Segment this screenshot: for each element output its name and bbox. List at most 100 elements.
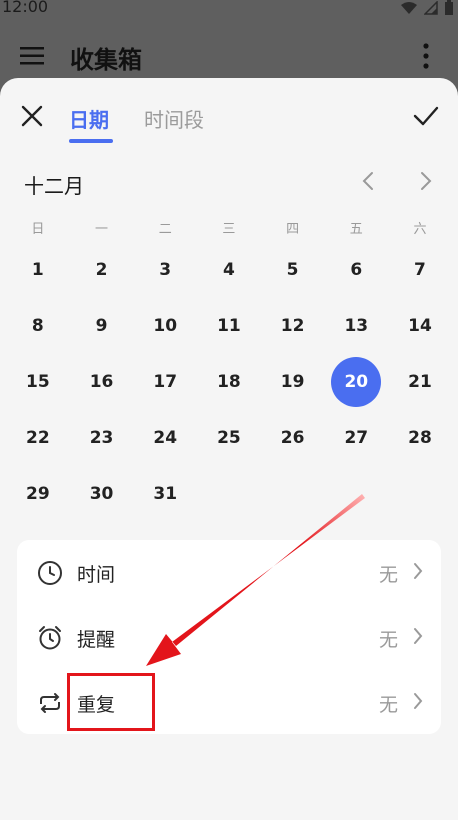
calendar-day[interactable]: 22 (6, 410, 70, 466)
calendar-day[interactable]: 14 (388, 298, 452, 354)
day-number: 19 (280, 372, 305, 392)
calendar-day[interactable]: 21 (388, 354, 452, 410)
option-label: 提醒 (77, 629, 116, 651)
calendar-day[interactable]: 2 (70, 242, 134, 298)
confirm-check-icon[interactable] (412, 104, 440, 128)
day-number: 6 (350, 260, 363, 280)
option-time[interactable]: 时间 无 (17, 540, 441, 604)
calendar-day[interactable]: 11 (197, 298, 261, 354)
calendar-day[interactable]: 16 (70, 354, 134, 410)
close-icon[interactable] (20, 104, 44, 128)
chevron-right-icon (414, 563, 423, 579)
tab-time-period[interactable]: 时间段 (144, 104, 204, 133)
day-number: 26 (280, 428, 305, 448)
day-number: 16 (89, 372, 114, 392)
calendar-day[interactable]: 18 (197, 354, 261, 410)
month-label: 十二月 (24, 174, 84, 198)
weekday-label: 二 (158, 222, 172, 237)
weekday-label: 六 (413, 222, 427, 237)
weekday-label: 四 (286, 222, 300, 237)
calendar-day[interactable]: 4 (197, 242, 261, 298)
calendar-day[interactable]: 31 (133, 466, 197, 522)
day-number: 21 (408, 372, 432, 392)
calendar-day[interactable]: 8 (6, 298, 70, 354)
menu-icon[interactable] (20, 46, 44, 66)
day-number: 22 (26, 428, 50, 448)
day-number: 17 (153, 372, 178, 392)
day-number: 9 (95, 316, 108, 336)
app-title: 收集箱 (70, 46, 142, 74)
day-number: 30 (89, 484, 114, 504)
calendar-day[interactable]: 1 (6, 242, 70, 298)
day-number: 14 (408, 316, 432, 336)
calendar-day[interactable]: 30 (70, 466, 134, 522)
chevron-right-icon (414, 628, 423, 644)
day-number: 18 (217, 372, 241, 392)
weekday-label: 五 (349, 222, 363, 237)
chevron-left-icon[interactable] (360, 170, 376, 192)
calendar-day[interactable]: 6 (324, 242, 388, 298)
calendar-day[interactable]: 10 (133, 298, 197, 354)
day-number: 23 (89, 428, 114, 448)
calendar-day[interactable]: 29 (6, 466, 70, 522)
calendar-day[interactable]: 24 (133, 410, 197, 466)
day-number: 2 (95, 260, 108, 280)
option-value: 无 (379, 629, 399, 651)
day-number: 31 (153, 484, 178, 504)
tab-date[interactable]: 日期 (69, 104, 109, 133)
tab-indicator (69, 139, 113, 143)
status-time: 12:00 (2, 0, 49, 16)
calendar-day[interactable]: 7 (388, 242, 452, 298)
battery-icon (445, 0, 453, 15)
day-number: 3 (159, 260, 172, 280)
calendar-day[interactable]: 28 (388, 410, 452, 466)
day-number: 1 (31, 260, 44, 280)
weekday-label: 一 (95, 222, 109, 237)
option-label: 时间 (77, 564, 116, 586)
day-number: 10 (153, 316, 178, 336)
calendar-day[interactable]: 3 (133, 242, 197, 298)
chevron-right-icon[interactable] (418, 170, 434, 192)
calendar-day[interactable]: 23 (70, 410, 134, 466)
signal-icon (424, 1, 438, 15)
day-number: 28 (408, 428, 432, 448)
calendar-grid: 1 2 3 4 5 6 7 8 9 10 11 12 13 14 15 16 17 18 19 20 21 22 23 24 2… (6, 242, 452, 522)
day-number: 8 (31, 316, 44, 336)
option-value: 无 (379, 694, 399, 716)
day-number: 29 (26, 484, 50, 504)
day-number: 15 (26, 372, 50, 392)
alarm-icon (39, 626, 61, 650)
calendar-day[interactable]: 25 (197, 410, 261, 466)
repeat-icon (40, 693, 60, 713)
weekday-label: 三 (222, 222, 236, 237)
calendar-day[interactable]: 17 (133, 354, 197, 410)
day-number: 5 (286, 260, 299, 280)
annotation-highlight-box (67, 673, 155, 731)
calendar-day[interactable]: 12 (261, 298, 325, 354)
calendar-day[interactable]: 27 (324, 410, 388, 466)
day-number: 24 (153, 428, 178, 448)
day-number: 11 (217, 316, 241, 336)
calendar-day[interactable]: 9 (70, 298, 134, 354)
day-number: 20 (331, 357, 382, 407)
day-number: 7 (414, 260, 426, 280)
calendar-day[interactable]: 19 (261, 354, 325, 410)
weekday-label: 日 (31, 222, 45, 237)
app-bar: 收集箱 (0, 18, 458, 78)
day-number: 25 (217, 428, 241, 448)
clock-icon (38, 561, 62, 585)
more-options-icon[interactable] (420, 40, 432, 72)
wifi-icon (401, 2, 417, 14)
calendar-day[interactable]: 20 (324, 354, 388, 410)
calendar-day[interactable]: 5 (261, 242, 325, 298)
option-value: 无 (379, 564, 399, 586)
calendar-day[interactable]: 13 (324, 298, 388, 354)
calendar-day[interactable]: 26 (261, 410, 325, 466)
day-number: 27 (344, 428, 369, 448)
calendar-day[interactable]: 15 (6, 354, 70, 410)
day-number: 12 (280, 316, 305, 336)
option-reminder[interactable]: 提醒 无 (17, 605, 441, 669)
status-icons (400, 0, 454, 16)
day-number: 13 (344, 316, 369, 336)
weekday-header: 日 一 二 三 四 五 六 (6, 218, 452, 237)
